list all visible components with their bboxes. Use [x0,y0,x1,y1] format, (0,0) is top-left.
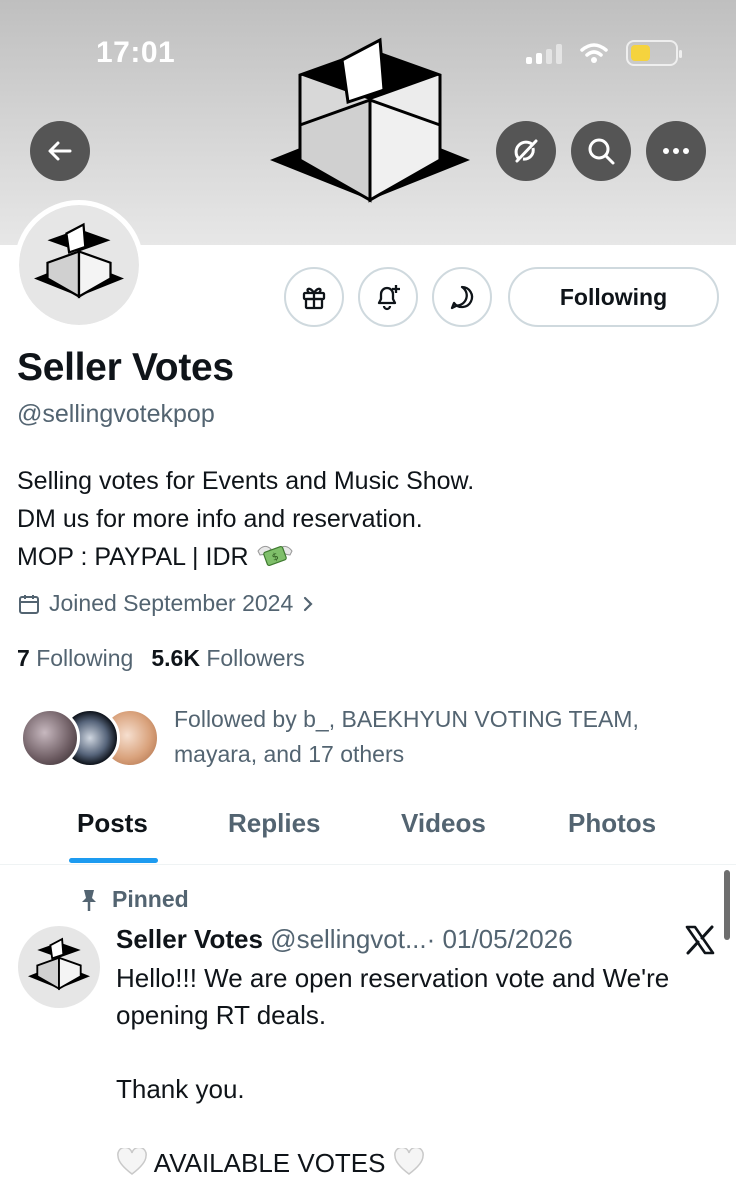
ballot-box-banner-image [270,37,470,203]
follow-counts: 7 Following 5.6K Followers [17,645,305,672]
display-name: Seller Votes [17,346,234,389]
search-button[interactable] [571,121,631,181]
status-icons [526,40,682,66]
post-author-name[interactable]: Seller Votes [116,924,263,954]
tab-videos[interactable]: Videos [401,808,486,839]
money-with-wings-icon: $ [256,545,293,567]
pinned-label: Pinned [112,886,189,912]
back-button[interactable] [30,121,90,181]
profile-avatar[interactable] [14,200,144,330]
post-author-avatar[interactable] [18,926,100,1008]
following-button[interactable]: Following [508,267,719,327]
pin-icon [82,889,96,911]
chevron-right-icon [304,596,313,611]
gift-button[interactable] [284,267,344,327]
battery-icon [626,40,682,66]
tab-posts[interactable]: Posts [77,808,148,839]
back-arrow-icon [48,141,72,161]
followed-by-text[interactable]: Followed by b_, BAEKHYUN VOTING TEAM, ma… [174,702,694,772]
available-votes-line: AVAILABLE VOTES [116,1145,716,1182]
followers-count: 5.6K [151,645,200,671]
follower-avatar [20,708,80,768]
post-paragraph: Thank you. [116,1074,245,1104]
wifi-icon [580,43,608,63]
bell-plus-icon [377,285,400,311]
username-handle: @sellingvotekpop [17,400,215,428]
ballot-box-avatar-image [34,222,124,299]
bio-line: MOP : PAYPAL | IDR [17,543,249,571]
followers-count-link[interactable]: 5.6K Followers [151,645,304,672]
tab-photos[interactable]: Photos [568,808,656,839]
post-body[interactable]: Hello!!! We are open reservation vote an… [116,960,716,1182]
bio-line: DM us for more info and reservation. [17,505,423,533]
bio-line: Selling votes for Events and Music Show. [17,467,475,495]
cellular-signal-icon [526,42,562,64]
white-heart-icon [393,1148,424,1175]
more-icon [663,148,689,154]
followed-by-avatars[interactable] [20,708,160,770]
active-tab-indicator [69,858,158,863]
status-time: 17:01 [96,36,176,69]
scrollbar-thumb[interactable] [724,870,730,940]
message-button[interactable] [432,267,492,327]
pinned-indicator: Pinned [80,886,189,913]
grok-icon [514,139,538,163]
followed-by-line: Followed by b_, BAEKHYUN VOTING TEAM, [174,706,639,732]
following-count-label: Following [36,645,134,671]
notifications-button[interactable] [358,267,418,327]
search-icon [588,138,615,165]
profile-bio: Selling votes for Events and Music Show.… [17,462,474,576]
joined-date[interactable]: Joined September 2024 [17,590,315,617]
followed-by-line: mayara, and 17 others [174,741,405,767]
x-logo-icon [685,925,715,955]
followers-count-label: Followers [206,645,305,671]
white-heart-icon [117,1148,147,1175]
post-author-handle[interactable]: @sellingvot... [270,924,426,954]
available-votes-label: AVAILABLE VOTES [153,1148,386,1178]
joined-label: Joined September 2024 [49,590,294,616]
post-paragraph: Hello!!! We are open reservation vote an… [116,963,670,1030]
gift-icon [302,287,326,310]
post-header: Seller Votes @sellingvot...· 01/05/2026 [116,924,573,955]
tab-replies[interactable]: Replies [228,808,321,839]
ballot-box-avatar-image [28,937,90,991]
bio-line-payment: MOP : PAYPAL | IDR $ [17,538,474,576]
post-date[interactable]: · 01/05/2026 [427,924,573,954]
following-count-link[interactable]: 7 Following [17,645,133,672]
profile-tabs: Posts Replies Videos Photos [0,800,736,865]
message-bubble-icon [450,285,474,310]
following-count: 7 [17,645,30,671]
grok-button[interactable] [496,121,556,181]
calendar-icon [19,594,39,614]
more-button[interactable] [646,121,706,181]
